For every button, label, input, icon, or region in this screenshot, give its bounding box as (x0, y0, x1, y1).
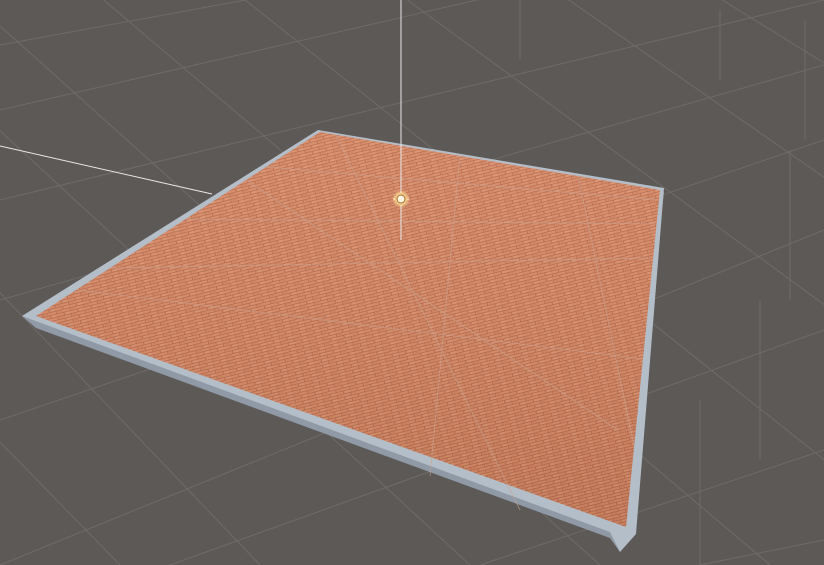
scene-canvas[interactable] (0, 0, 824, 565)
x-axis-line (0, 145, 213, 195)
floor-shading (36, 132, 660, 527)
floor-slab[interactable] (22, 130, 664, 552)
scene-viewport[interactable] (0, 0, 824, 565)
sun-icon[interactable] (392, 190, 410, 208)
